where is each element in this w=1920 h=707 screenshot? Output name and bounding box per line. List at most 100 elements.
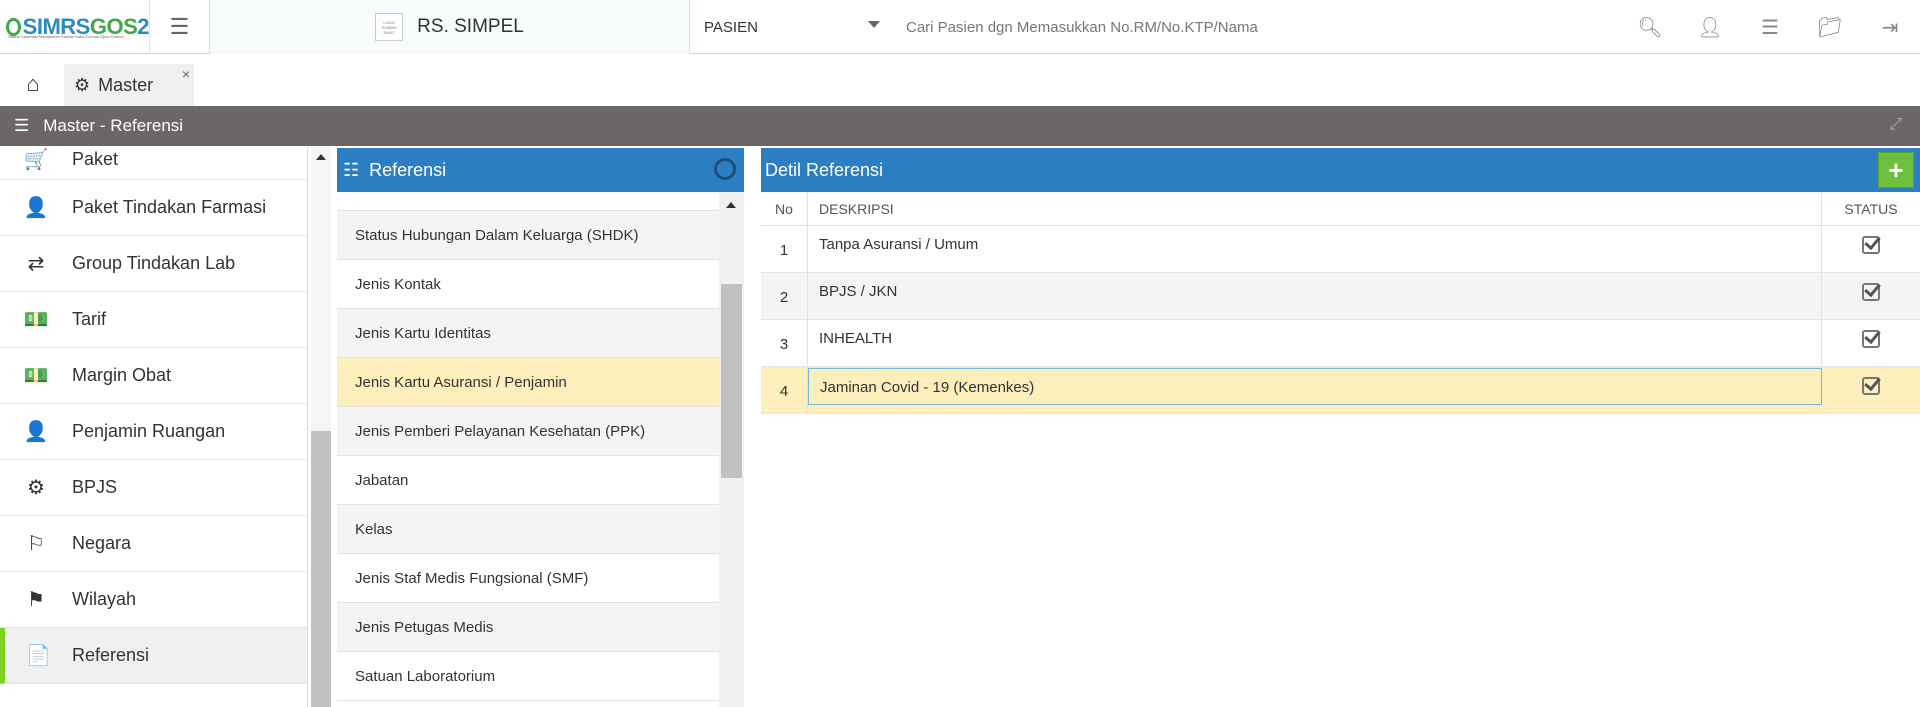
- list-item[interactable]: [337, 192, 719, 211]
- add-button[interactable]: +: [1878, 152, 1914, 188]
- home-tab[interactable]: ⌂: [10, 64, 56, 104]
- status-cell: [1822, 320, 1920, 366]
- tab-master[interactable]: ⚙ Master ×: [64, 64, 194, 106]
- row-description[interactable]: INHEALTH: [808, 320, 1822, 366]
- row-number: 3: [761, 320, 808, 366]
- history-icon[interactable]: [714, 158, 736, 180]
- file-icon: 📄: [26, 645, 51, 667]
- list-item[interactable]: Satuan Laboratorium: [337, 652, 719, 701]
- referensi-panel: ☷ Referensi Status Hubungan Dalam Keluar…: [337, 148, 744, 707]
- app-logo[interactable]: SIMRSGOS2 Sistem Informasi Manajemen Rum…: [0, 0, 150, 54]
- referensi-title: Referensi: [369, 159, 447, 180]
- table-row[interactable]: 3 INHEALTH: [761, 320, 1920, 367]
- menu-toggle-button[interactable]: ☰: [150, 0, 210, 54]
- cogs-icon: ⚙: [74, 74, 91, 95]
- scroll-up-icon[interactable]: [316, 154, 326, 160]
- list-item[interactable]: Jenis Kartu Identitas: [337, 309, 719, 358]
- row-number: 2: [761, 273, 808, 319]
- list-item[interactable]: Kelas: [337, 505, 719, 554]
- hospital-name: RS. SIMPEL: [417, 16, 524, 37]
- caret-down-icon: [868, 21, 880, 28]
- list-item[interactable]: Jenis Staf Medis Fungsional (SMF): [337, 554, 719, 603]
- flag-checkered-icon: ⚑: [27, 589, 45, 611]
- sidebar-scrollbar[interactable]: [311, 146, 331, 707]
- list-item-selected[interactable]: Jenis Kartu Asuransi / Penjamin: [337, 358, 719, 407]
- list-item[interactable]: Jenis Pemberi Pelayanan Kesehatan (PPK): [337, 407, 719, 456]
- patient-search-input[interactable]: [890, 0, 1630, 54]
- sidebar-item-label: Paket: [72, 149, 119, 169]
- row-description[interactable]: Tanpa Asuransi / Umum: [808, 226, 1822, 272]
- user-plus-icon[interactable]: 👤︎: [1680, 0, 1740, 54]
- sidebar-item-paket[interactable]: 🛒 Paket: [0, 146, 307, 180]
- hamburger-icon[interactable]: ☰: [14, 116, 29, 136]
- search-category-value: PASIEN: [704, 18, 758, 36]
- search-icon[interactable]: 🔍︎: [1620, 0, 1680, 54]
- detil-referensi-table: No DESKRIPSI STATUS 1 Tanpa Asuransi / U…: [761, 192, 1920, 414]
- status-checkbox[interactable]: [1862, 283, 1880, 301]
- sidebar-item-label: Wilayah: [72, 589, 137, 609]
- home-icon: ⌂: [26, 71, 40, 96]
- sidebar-item-negara[interactable]: ⚐ Negara: [0, 516, 307, 572]
- row-description-editing[interactable]: Jaminan Covid - 19 (Kemenkes): [808, 368, 1822, 405]
- column-header-deskripsi[interactable]: DESKRIPSI: [808, 192, 1822, 225]
- status-checkbox[interactable]: [1862, 236, 1880, 254]
- referensi-list: Status Hubungan Dalam Keluarga (SHDK) Je…: [337, 192, 719, 707]
- sign-out-icon[interactable]: ⇥: [1860, 0, 1920, 54]
- tab-master-label: Master: [98, 74, 154, 95]
- exchange-icon: ⇄: [27, 253, 45, 275]
- money-icon: 💵: [23, 309, 49, 331]
- expand-icon[interactable]: ⤢: [1889, 116, 1902, 134]
- sidebar-item-wilayah[interactable]: ⚑ Wilayah: [0, 572, 307, 628]
- status-cell: [1822, 367, 1920, 413]
- list-item[interactable]: Jenis Kontak: [337, 260, 719, 309]
- sidebar-item-bpjs[interactable]: ⚙ BPJS: [0, 460, 307, 516]
- referensi-scrollbar[interactable]: [719, 192, 744, 707]
- sidebar-item-label: Group Tindakan Lab: [72, 253, 236, 273]
- tab-bar: ⌂ ⚙ Master ×: [0, 54, 1920, 106]
- list-item[interactable]: Jenis Petugas Medis: [337, 603, 719, 652]
- top-actions: 🔍︎ 👤︎ ☰ 📁︎ ⇥: [1620, 0, 1920, 54]
- sidebar-item-group-tindakan-lab[interactable]: ⇄ Group Tindakan Lab: [0, 236, 307, 292]
- hospital-header: LOGO RUMAH SAKIT RS. SIMPEL: [210, 0, 690, 54]
- column-header-status[interactable]: STATUS: [1822, 192, 1920, 225]
- sidebar-item-label: Paket Tindakan Farmasi: [72, 197, 267, 217]
- referensi-header: ☷ Referensi: [337, 148, 744, 192]
- sidebar-item-referensi[interactable]: 📄 Referensi: [0, 628, 307, 684]
- folder-icon[interactable]: 📁︎: [1800, 0, 1860, 54]
- table-row[interactable]: 1 Tanpa Asuransi / Umum: [761, 226, 1920, 273]
- list-item[interactable]: Jabatan: [337, 456, 719, 505]
- scrollbar-thumb[interactable]: [311, 431, 331, 707]
- list-item[interactable]: Status Hubungan Dalam Keluarga (SHDK): [337, 211, 719, 260]
- top-navbar: SIMRSGOS2 Sistem Informasi Manajemen Rum…: [0, 0, 1920, 54]
- table-row-selected[interactable]: 4 Jaminan Covid - 19 (Kemenkes): [761, 367, 1920, 414]
- hamburger-icon: ☰: [169, 14, 190, 39]
- table-row[interactable]: 2 BPJS / JKN: [761, 273, 1920, 320]
- scrollbar-thumb[interactable]: [721, 284, 742, 478]
- status-checkbox[interactable]: [1862, 377, 1880, 395]
- list-icon[interactable]: ☰: [1740, 0, 1800, 54]
- sidebar-item-paket-tindakan-farmasi[interactable]: 👤 Paket Tindakan Farmasi: [0, 180, 307, 236]
- close-icon[interactable]: ×: [182, 66, 190, 82]
- scroll-up-icon[interactable]: [726, 202, 736, 208]
- sidebar-item-label: Margin Obat: [72, 365, 172, 385]
- row-description[interactable]: BPJS / JKN: [808, 273, 1822, 319]
- sidebar-item-tarif[interactable]: 💵 Tarif: [0, 292, 307, 348]
- sidebar-item-label: Negara: [72, 533, 132, 553]
- search-category-select[interactable]: PASIEN: [690, 0, 890, 54]
- user-secret-icon: 👤: [23, 197, 49, 219]
- life-ring-icon: ⚙: [27, 477, 45, 499]
- user-secret-icon: 👤: [23, 421, 49, 443]
- sidebar-item-margin-obat[interactable]: 💵 Margin Obat: [0, 348, 307, 404]
- detil-referensi-title: Detil Referensi: [765, 159, 884, 180]
- sidebar-item-label: Tarif: [72, 309, 107, 329]
- table-header: No DESKRIPSI STATUS: [761, 192, 1920, 226]
- sidebar-item-label: Penjamin Ruangan: [72, 421, 226, 441]
- brand-tagline: Sistem Informasi Manajemen Rumah Sakit G…: [8, 34, 124, 39]
- cart-icon: 🛒: [23, 149, 49, 171]
- status-cell: [1822, 226, 1920, 272]
- row-number: 4: [761, 367, 808, 413]
- sidebar-item-penjamin-ruangan[interactable]: 👤 Penjamin Ruangan: [0, 404, 307, 460]
- column-header-no[interactable]: No: [761, 192, 808, 225]
- detil-referensi-header: Detil Referensi +: [761, 148, 1920, 192]
- status-checkbox[interactable]: [1862, 330, 1880, 348]
